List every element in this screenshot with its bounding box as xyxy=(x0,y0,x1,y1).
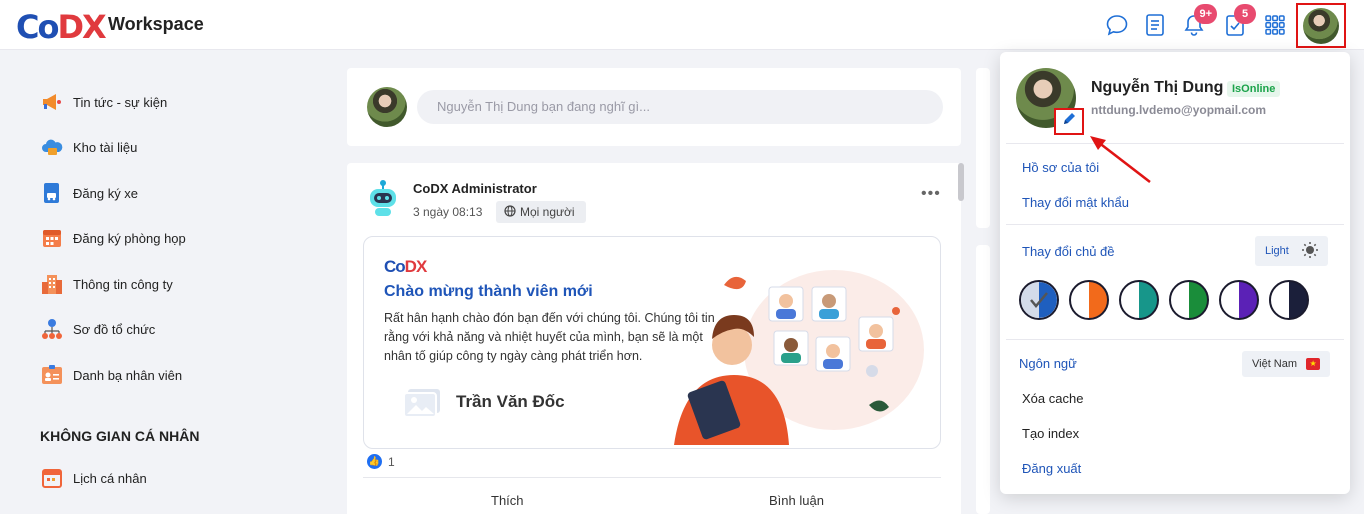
profile-name: Nguyễn Thị Dung xyxy=(1091,79,1224,96)
welcome-illustration xyxy=(664,255,924,445)
sidebar: Tin tức - sự kiện Kho tài liệu Đăng ký x… xyxy=(0,50,330,514)
avatar xyxy=(1303,7,1339,44)
personal-section-title: KHÔNG GIAN CÁ NHÂN xyxy=(40,428,200,444)
megaphone-icon xyxy=(40,90,64,114)
theme-mode-label: Light xyxy=(1265,245,1289,257)
post-composer: Nguyễn Thị Dung bạn đang nghĩ gì... xyxy=(347,68,961,146)
task-badge: 5 xyxy=(1234,4,1256,24)
sidebar-item-personal-calendar[interactable]: Lịch cá nhân xyxy=(40,466,147,490)
post-time: 3 ngày 08:13 xyxy=(413,205,483,219)
sidebar-item-org-chart[interactable]: Sơ đồ tổ chức xyxy=(40,317,155,341)
divider xyxy=(1006,224,1344,225)
banner-logo: CoDX xyxy=(384,257,427,276)
sidebar-item-documents[interactable]: Kho tài liệu xyxy=(40,135,137,159)
sidebar-item-meeting-room[interactable]: Đăng ký phòng họp xyxy=(40,226,186,250)
new-member-name: Trần Văn Đốc xyxy=(456,392,565,411)
app-name: Workspace xyxy=(108,14,204,34)
profile-dropdown: Nguyễn Thị Dung IsOnline nttdung.lvdemo@… xyxy=(1000,52,1350,494)
sidebar-item-label: Danh bạ nhân viên xyxy=(73,367,183,383)
divider xyxy=(1006,143,1344,144)
sidebar-item-label: Sơ đồ tổ chức xyxy=(73,321,156,337)
divider xyxy=(1006,339,1344,340)
profile-email: nttdung.lvdemo@yopmail.com xyxy=(1091,103,1267,117)
comment-button[interactable]: Bình luận xyxy=(769,493,824,508)
logout-link[interactable]: Đăng xuất xyxy=(1022,461,1081,476)
like-button[interactable]: Thích xyxy=(491,493,524,508)
cloud-folder-icon xyxy=(40,135,64,159)
image-placeholder-icon xyxy=(403,385,444,422)
sidebar-item-company-info[interactable]: Thông tin công ty xyxy=(40,272,173,296)
language-label: Ngôn ngữ xyxy=(1019,356,1077,371)
theme-blue-option[interactable] xyxy=(1019,280,1059,320)
like-count[interactable]: 👍 1 xyxy=(367,454,395,469)
feed-scrollbar[interactable] xyxy=(958,163,964,201)
top-header: CoDX Workspace 9+ 5 xyxy=(0,0,1364,50)
task-check-icon[interactable]: 5 xyxy=(1222,4,1256,38)
change-password-link[interactable]: Thay đổi mật khẩu xyxy=(1022,195,1129,210)
create-index-link[interactable]: Tạo index xyxy=(1022,426,1079,441)
sidebar-item-label: Lịch cá nhân xyxy=(73,470,147,486)
pencil-icon xyxy=(1061,111,1077,132)
bell-icon[interactable]: 9+ xyxy=(1181,4,1217,38)
sidebar-item-label: Đăng ký phòng họp xyxy=(73,230,186,246)
clear-cache-link[interactable]: Xóa cache xyxy=(1022,391,1083,406)
theme-mode-toggle[interactable]: Light xyxy=(1255,236,1328,266)
sidebar-item-label: Thông tin công ty xyxy=(73,276,173,292)
vietnam-flag-icon: ★ xyxy=(1306,358,1321,370)
online-status-badge: IsOnline xyxy=(1227,81,1281,97)
thumbs-up-icon: 👍 xyxy=(367,454,382,469)
change-theme-label: Thay đổi chủ đề xyxy=(1022,244,1115,259)
banner-title: Chào mừng thành viên mới xyxy=(384,283,593,300)
codx-logo[interactable]: CoDX xyxy=(16,8,107,46)
composer-input[interactable]: Nguyễn Thị Dung bạn đang nghĩ gì... xyxy=(417,90,943,124)
org-chart-icon xyxy=(40,317,64,341)
sidebar-item-label: Đăng ký xe xyxy=(73,185,139,201)
building-icon xyxy=(40,272,64,296)
sidebar-item-employee-directory[interactable]: Danh bạ nhân viên xyxy=(40,363,182,387)
post-card: CoDX Administrator 3 ngày 08:13 Mọi ngườ… xyxy=(347,163,961,514)
user-avatar-button[interactable] xyxy=(1296,3,1346,48)
right-widget-bottom xyxy=(976,245,990,514)
theme-teal-option[interactable] xyxy=(1119,280,1159,320)
my-profile-link[interactable]: Hồ sơ của tôi xyxy=(1022,160,1099,175)
chat-icon[interactable] xyxy=(1104,12,1130,38)
post-author[interactable]: CoDX Administrator xyxy=(413,181,537,196)
personal-calendar-icon xyxy=(40,466,64,490)
privacy-badge: Mọi người xyxy=(496,201,586,223)
sun-icon xyxy=(1301,241,1319,262)
sidebar-item-label: Tin tức - sự kiện xyxy=(73,94,168,110)
notes-icon[interactable] xyxy=(1142,12,1168,38)
robot-avatar-icon xyxy=(365,178,401,220)
apps-grid-icon[interactable] xyxy=(1262,12,1288,38)
like-count-value: 1 xyxy=(388,454,395,469)
avatar xyxy=(367,87,407,127)
theme-dark-option[interactable] xyxy=(1269,280,1309,320)
notification-badge: 9+ xyxy=(1194,4,1217,24)
theme-purple-option[interactable] xyxy=(1219,280,1259,320)
calendar-icon xyxy=(40,226,64,250)
privacy-label: Mọi người xyxy=(520,205,575,219)
edit-avatar-button[interactable] xyxy=(1054,108,1084,135)
theme-green-option[interactable] xyxy=(1169,280,1209,320)
language-value: Việt Nam xyxy=(1252,358,1298,370)
theme-color-options xyxy=(1019,280,1319,320)
car-icon xyxy=(40,181,64,205)
right-widget-top xyxy=(976,68,990,228)
more-options-icon[interactable]: ••• xyxy=(921,185,941,203)
language-selector[interactable]: Việt Nam ★ xyxy=(1242,351,1330,377)
post-actions: Thích Bình luận xyxy=(363,477,941,514)
sidebar-item-car-booking[interactable]: Đăng ký xe xyxy=(40,181,138,205)
sidebar-item-label: Kho tài liệu xyxy=(73,139,138,155)
globe-icon xyxy=(504,204,516,220)
sidebar-item-news[interactable]: Tin tức - sự kiện xyxy=(40,90,167,114)
welcome-banner: CoDX Chào mừng thành viên mới Rất hân hạ… xyxy=(363,236,941,449)
contact-card-icon xyxy=(40,363,64,387)
theme-orange-option[interactable] xyxy=(1069,280,1109,320)
